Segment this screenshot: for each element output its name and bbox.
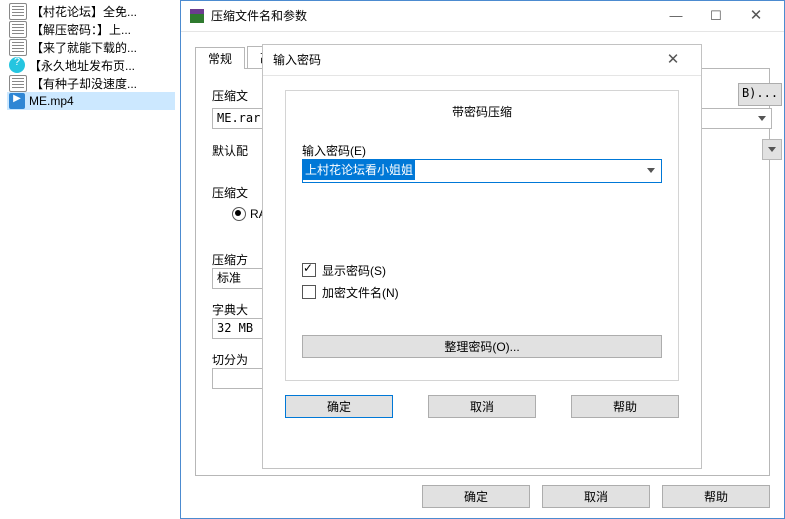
checkbox-show-password[interactable]: 显示密码(S)	[302, 261, 662, 279]
help-button[interactable]: 帮助	[571, 395, 679, 418]
radio-dot-icon	[232, 207, 246, 221]
html-file-icon	[9, 57, 25, 73]
tab-general[interactable]: 常规	[195, 47, 245, 69]
file-row[interactable]: 【村花论坛】全免...	[7, 2, 175, 20]
close-button[interactable]: ✕	[653, 46, 693, 74]
dialog-title: 压缩文件名和参数	[211, 1, 656, 31]
password-dialog: 输入密码 ✕ 带密码压缩 输入密码(E) 上村花论坛看小姐姐 显示密码(S) 加…	[262, 44, 702, 469]
cancel-button[interactable]: 取消	[542, 485, 650, 508]
profile-combo[interactable]	[762, 139, 782, 160]
rar-icon	[189, 8, 205, 24]
dialog-footer: 确定 取消 帮助	[422, 485, 770, 508]
password-input[interactable]: 上村花论坛看小姐姐	[302, 159, 662, 183]
ok-button[interactable]: 确定	[285, 395, 393, 418]
file-row[interactable]: 【有种子却没速度...	[7, 74, 175, 92]
password-value: 上村花论坛看小姐姐	[303, 160, 415, 180]
label-password: 输入密码(E)	[302, 142, 662, 159]
archive-filename: ME.rar	[213, 111, 264, 125]
close-button[interactable]: ✕	[736, 2, 776, 30]
minimize-button[interactable]: ―	[656, 2, 696, 30]
video-file-icon	[9, 93, 25, 109]
file-name: 【永久地址发布页...	[29, 57, 135, 74]
dialog-title: 输入密码	[273, 45, 653, 75]
dict-value: 32 MB	[213, 321, 257, 335]
browse-button[interactable]: B)...	[738, 83, 782, 106]
file-row[interactable]: ME.mp4	[7, 92, 175, 110]
ok-button[interactable]: 确定	[422, 485, 530, 508]
group-title: 带密码压缩	[302, 103, 662, 120]
help-button[interactable]: 帮助	[662, 485, 770, 508]
text-file-icon	[9, 75, 27, 92]
dialog-titlebar: 压缩文件名和参数 ― ☐ ✕	[181, 1, 784, 32]
dialog-body: 带密码压缩 输入密码(E) 上村花论坛看小姐姐 显示密码(S) 加密文件名(N)…	[263, 76, 701, 432]
file-name: 【村花论坛】全免...	[31, 3, 137, 20]
file-name: ME.mp4	[29, 94, 74, 108]
text-file-icon	[9, 39, 27, 56]
file-name: 【有种子却没速度...	[31, 75, 137, 92]
file-name: 【来了就能下载的...	[31, 39, 137, 56]
text-file-icon	[9, 3, 27, 20]
file-name: 【解压密码：】上...	[31, 21, 131, 38]
method-value: 标准	[213, 271, 245, 285]
checkbox-box-icon	[302, 285, 316, 299]
file-row[interactable]: 【来了就能下载的...	[7, 38, 175, 56]
checkbox-box-icon	[302, 263, 316, 277]
checkbox-encrypt-label: 加密文件名(N)	[322, 284, 399, 301]
cancel-button[interactable]: 取消	[428, 395, 536, 418]
file-row[interactable]: 【解压密码：】上...	[7, 20, 175, 38]
organize-passwords-button[interactable]: 整理密码(O)...	[302, 335, 662, 358]
dialog-titlebar: 输入密码 ✕	[263, 45, 701, 76]
password-group: 带密码压缩 输入密码(E) 上村花论坛看小姐姐 显示密码(S) 加密文件名(N)…	[285, 90, 679, 381]
maximize-button[interactable]: ☐	[696, 2, 736, 30]
text-file-icon	[9, 21, 27, 38]
checkbox-show-password-label: 显示密码(S)	[322, 262, 386, 279]
file-list: 【村花论坛】全免...【解压密码：】上...【来了就能下载的...【永久地址发布…	[7, 2, 175, 110]
dialog-footer: 确定 取消 帮助	[285, 395, 679, 418]
file-row[interactable]: 【永久地址发布页...	[7, 56, 175, 74]
checkbox-encrypt-filenames[interactable]: 加密文件名(N)	[302, 283, 662, 301]
